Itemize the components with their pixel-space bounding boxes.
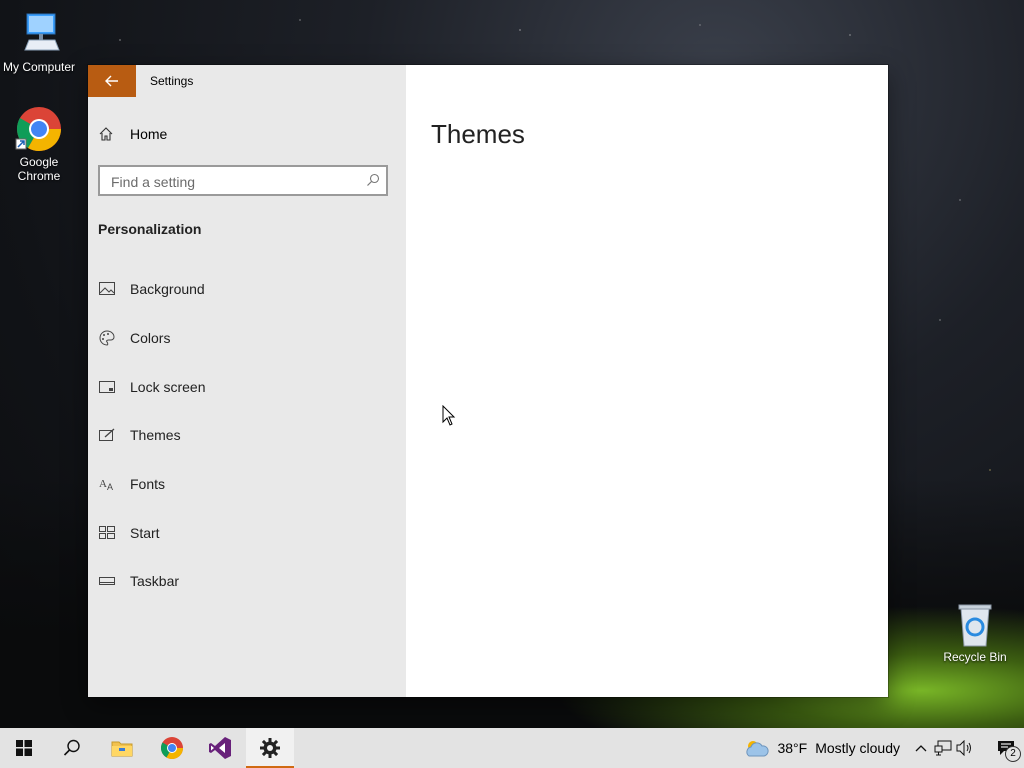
show-hidden-icons-button[interactable] bbox=[910, 737, 932, 759]
nav-item-lock-screen[interactable]: Lock screen bbox=[88, 362, 406, 411]
network-button[interactable] bbox=[932, 737, 954, 759]
weather-widget[interactable] bbox=[741, 737, 771, 759]
weather-description[interactable]: Mostly cloudy bbox=[815, 740, 900, 756]
personalization-nav: Background Colors Lock screen Themes A A… bbox=[88, 265, 406, 606]
arrow-left-icon bbox=[105, 75, 118, 87]
taskbar-visual-studio[interactable] bbox=[196, 728, 244, 768]
svg-text:A: A bbox=[99, 478, 107, 490]
chrome-icon bbox=[15, 105, 63, 153]
settings-window: Settings Home Personalization Background bbox=[88, 65, 888, 697]
mouse-cursor-icon bbox=[442, 405, 456, 426]
nav-item-start[interactable]: Start bbox=[88, 508, 406, 557]
nav-item-label: Fonts bbox=[130, 476, 166, 493]
nav-item-label: Themes bbox=[130, 427, 181, 444]
home-label: Home bbox=[130, 126, 168, 142]
home-nav-item[interactable]: Home bbox=[98, 123, 167, 145]
image-icon bbox=[98, 280, 116, 298]
nav-item-label: Colors bbox=[130, 330, 171, 347]
nav-item-background[interactable]: Background bbox=[88, 265, 406, 314]
weather-temperature[interactable]: 38°F bbox=[777, 740, 807, 756]
system-tray: 38°F Mostly cloudy 2 bbox=[741, 728, 1024, 768]
taskbar: 38°F Mostly cloudy 2 bbox=[0, 728, 1024, 768]
network-icon bbox=[934, 740, 952, 756]
notification-count-badge: 2 bbox=[1005, 746, 1021, 762]
chevron-up-icon bbox=[915, 745, 927, 752]
desktop-icon-google-chrome[interactable]: Google Chrome bbox=[0, 105, 78, 183]
taskbar-search-button[interactable] bbox=[48, 728, 96, 768]
settings-sidebar: Settings Home Personalization Background bbox=[88, 65, 406, 697]
taskbar-chrome[interactable] bbox=[148, 728, 196, 768]
page-title: Themes bbox=[431, 119, 525, 149]
desktop-icon-label: My Computer bbox=[2, 60, 76, 74]
start-icon bbox=[98, 524, 116, 542]
nav-item-taskbar[interactable]: Taskbar bbox=[88, 557, 406, 606]
desktop-icon-label: Recycle Bin bbox=[943, 650, 1007, 664]
nav-item-colors[interactable]: Colors bbox=[88, 314, 406, 363]
taskbar-settings[interactable] bbox=[246, 728, 294, 768]
section-title: Personalization bbox=[98, 221, 202, 237]
fonts-icon: AA bbox=[98, 475, 116, 493]
search-icon bbox=[63, 739, 80, 756]
window-title: Settings bbox=[150, 74, 194, 88]
search-box[interactable] bbox=[98, 165, 388, 196]
desktop-icon-my-computer[interactable]: My Computer bbox=[0, 10, 78, 74]
windows-logo-icon bbox=[16, 740, 32, 756]
svg-text:A: A bbox=[107, 482, 113, 491]
nav-item-themes[interactable]: Themes bbox=[88, 411, 406, 460]
gear-icon bbox=[260, 738, 280, 758]
computer-icon bbox=[15, 10, 63, 58]
chrome-icon bbox=[160, 737, 183, 759]
volume-button[interactable] bbox=[954, 737, 976, 759]
search-icon bbox=[367, 173, 380, 186]
speaker-icon bbox=[956, 740, 971, 756]
lock-screen-icon bbox=[98, 378, 116, 396]
folder-icon bbox=[111, 741, 133, 757]
visual-studio-icon bbox=[209, 737, 231, 759]
desktop-icon-recycle-bin[interactable]: Recycle Bin bbox=[938, 602, 1012, 664]
nav-item-label: Background bbox=[130, 281, 205, 298]
title-bar: Settings bbox=[88, 65, 406, 97]
back-button[interactable] bbox=[88, 65, 136, 97]
start-button[interactable] bbox=[0, 728, 48, 768]
taskbar-file-explorer[interactable] bbox=[98, 728, 146, 768]
search-input[interactable] bbox=[109, 172, 358, 192]
nav-item-label: Taskbar bbox=[130, 573, 180, 590]
nav-item-label: Start bbox=[130, 524, 160, 541]
palette-icon bbox=[98, 329, 116, 347]
action-center-button[interactable]: 2 bbox=[988, 728, 1024, 768]
home-icon bbox=[99, 127, 113, 141]
partly-cloudy-icon bbox=[746, 741, 770, 757]
taskbar-icon bbox=[98, 572, 116, 590]
recycle-bin-icon bbox=[951, 602, 999, 648]
settings-content: Themes bbox=[406, 65, 888, 697]
nav-item-label: Lock screen bbox=[130, 378, 206, 395]
desktop-icon-label: Google Chrome bbox=[17, 155, 61, 183]
nav-item-fonts[interactable]: AA Fonts bbox=[88, 460, 406, 509]
themes-icon bbox=[98, 426, 116, 444]
